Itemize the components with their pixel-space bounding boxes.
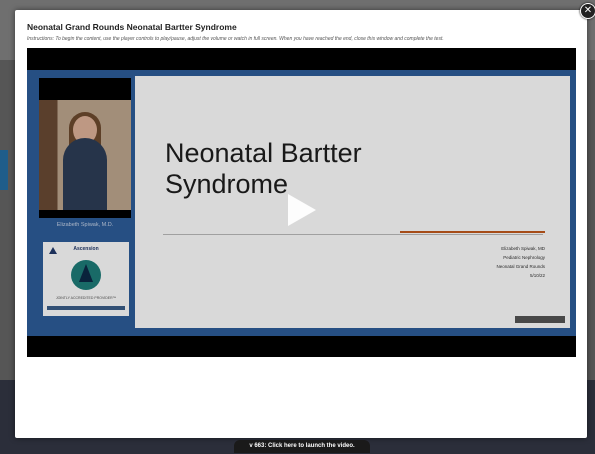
modal-instructions: Instructions: To begin the content, use … (27, 36, 444, 42)
close-button[interactable]: ✕ (580, 3, 595, 19)
play-icon[interactable] (288, 194, 316, 226)
backdrop-accent (0, 150, 8, 190)
modal-title: Neonatal Grand Rounds Neonatal Bartter S… (27, 22, 237, 32)
launch-video-button[interactable]: v 663: Click here to launch the video. (234, 440, 370, 453)
video-modal: Neonatal Grand Rounds Neonatal Bartter S… (15, 10, 587, 438)
close-icon: ✕ (583, 5, 593, 16)
video-player[interactable]: Elizabeth Spiwak, M.D. Ascension JOINTLY… (27, 48, 576, 357)
